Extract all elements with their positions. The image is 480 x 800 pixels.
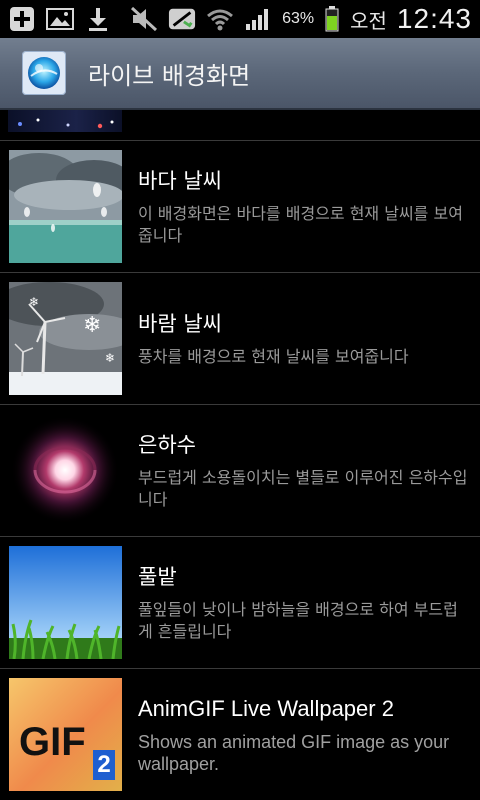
galaxy-thumbnail [9,414,122,527]
data-sync-off-icon [168,6,196,32]
svg-text:❄: ❄ [105,351,115,365]
list-item-sea-weather[interactable]: 바다 날씨 이 배경화면은 바다를 배경으로 현재 날씨를 보여줍니다 [0,141,480,273]
list-item-galaxy[interactable]: 은하수 부드럽게 소용돌이치는 별들로 이루어진 은하수입니다 [0,405,480,537]
page-title: 라이브 배경화면 [88,61,251,90]
image-icon [46,6,74,32]
download-icon [84,6,112,32]
svg-text:❄: ❄ [29,295,39,309]
item-description: 풀잎들이 낮이나 밤하늘을 배경으로 하여 부드럽게 흔들립니다 [138,599,458,641]
svg-text:❄: ❄ [83,313,101,338]
partial-thumbnail [8,110,122,132]
notification-icons [8,6,112,32]
grass-thumbnail [9,546,122,659]
gif-thumbnail-text: GIF [19,720,86,764]
item-title: AnimGIF Live Wallpaper 2 [138,695,394,721]
gif-thumbnail: GIF 2 [9,678,122,791]
title-bar: 라이브 배경화면 [0,38,480,110]
item-description: 이 배경화면은 바다를 배경으로 현재 날씨를 보여줍니다 [138,203,463,245]
item-description: 부드럽게 소용돌이치는 별들로 이루어진 은하수입니다 [138,467,468,509]
battery-percent: 63% [282,10,315,27]
add-icon [8,6,36,32]
mute-icon [130,6,158,32]
list-item-partial[interactable] [0,110,480,141]
signal-icon [244,6,272,32]
status-bar: 63% 오전 12:43 [0,0,480,38]
ampm-label: 오전 [350,10,387,33]
item-description: 풍차를 배경으로 현재 날씨를 보여줍니다 [138,346,409,366]
clock: 12:43 [396,3,472,34]
gif-thumbnail-badge: 2 [93,750,115,780]
item-title: 은하수 [138,432,196,457]
wallpaper-list[interactable]: 바다 날씨 이 배경화면은 바다를 배경으로 현재 날씨를 보여줍니다 ❄ ❄ … [0,110,480,800]
wifi-icon [206,6,234,32]
system-icons: 63% 오전 12:43 [130,3,472,35]
list-item-grass[interactable]: 풀밭 풀잎들이 낮이나 밤하늘을 배경으로 하여 부드럽게 흔들립니다 [0,537,480,669]
sea-weather-thumbnail [9,150,122,263]
globe-icon[interactable] [22,51,66,95]
item-title: 바람 날씨 [138,311,222,336]
item-description: Shows an animated GIF image as your wall… [138,731,450,774]
item-title: 풀밭 [138,564,177,589]
battery-icon [324,6,340,32]
list-item-animgif[interactable]: GIF 2 AnimGIF Live Wallpaper 2 Shows an … [0,669,480,800]
wind-weather-thumbnail: ❄ ❄ ❄ [9,282,122,395]
list-item-wind-weather[interactable]: ❄ ❄ ❄ 바람 날씨 풍차를 배경으로 현재 날씨를 보여줍니다 [0,273,480,405]
item-title: 바다 날씨 [138,168,222,193]
